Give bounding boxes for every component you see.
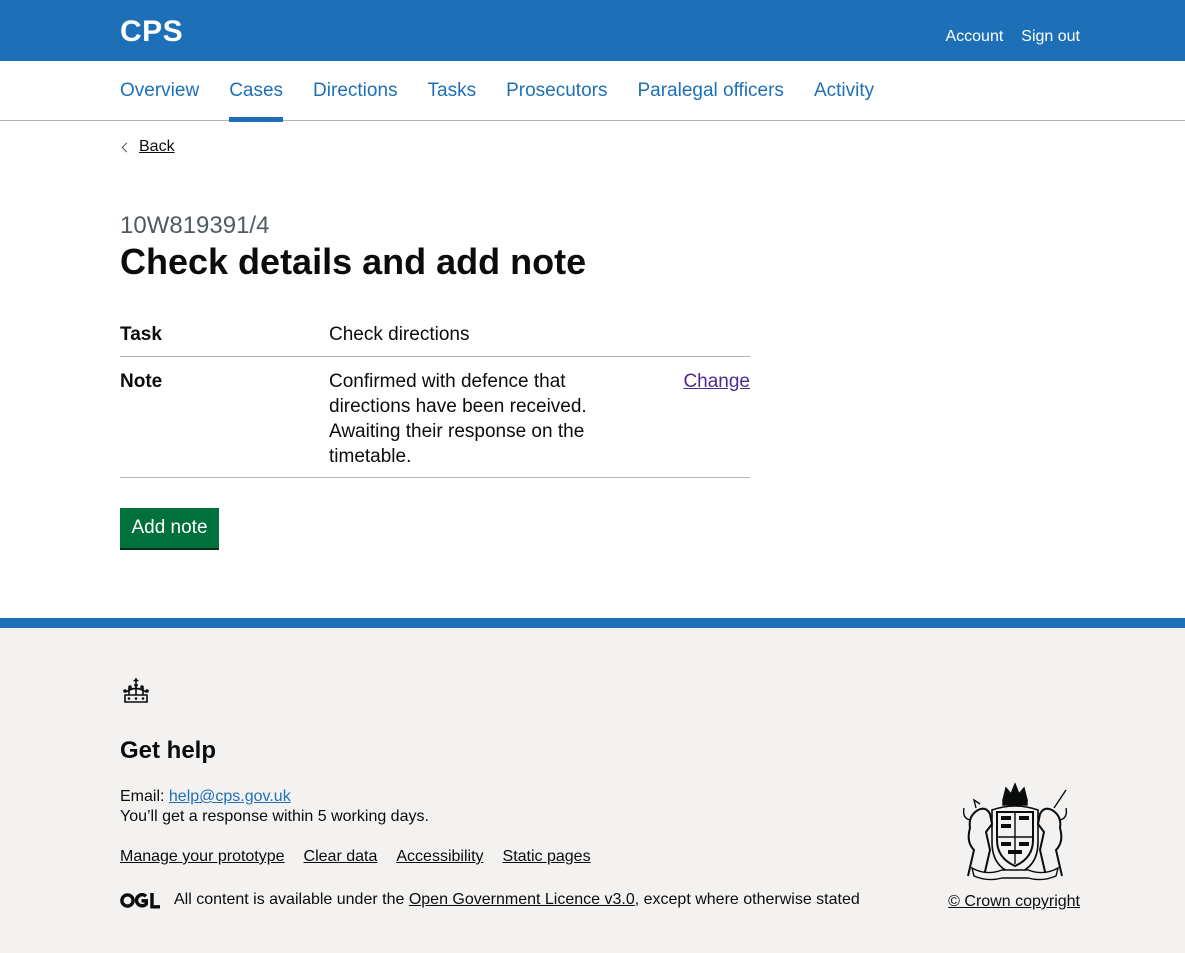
summary-row-task: Task Check directions xyxy=(120,310,750,357)
primary-navigation: Overview Cases Directions Tasks Prosecut… xyxy=(0,61,1185,122)
crown-copyright-link[interactable]: © Crown copyright xyxy=(948,893,1080,910)
accessibility-link[interactable]: Accessibility xyxy=(396,847,483,867)
footer-links: Manage your prototype Clear data Accessi… xyxy=(120,847,591,867)
account-link[interactable]: Account xyxy=(945,27,1003,47)
nav-item-paralegal-officers[interactable]: Paralegal officers xyxy=(637,61,783,121)
nav-item-activity[interactable]: Activity xyxy=(814,61,874,121)
licence-prefix: All content is available under the xyxy=(174,891,405,908)
nav-item-cases[interactable]: Cases xyxy=(229,61,283,122)
case-reference-caption: 10W819391/4 xyxy=(120,212,270,239)
summary-action-empty xyxy=(629,322,750,346)
nav-item-tasks[interactable]: Tasks xyxy=(428,61,477,121)
crown-copyright: © Crown copyright xyxy=(948,892,1080,912)
nav-item-directions[interactable]: Directions xyxy=(313,61,397,121)
royal-coat-of-arms xyxy=(962,782,1068,881)
nav-item-overview[interactable]: Overview xyxy=(120,61,199,121)
clear-data-link[interactable]: Clear data xyxy=(304,847,378,867)
header-links: Account Sign out xyxy=(945,27,1080,47)
crown-icon xyxy=(123,678,149,703)
service-name-link[interactable]: CPS xyxy=(120,14,183,50)
site-header: CPS Account Sign out xyxy=(0,0,1185,61)
email-label: Email: xyxy=(120,788,165,805)
help-email-link[interactable]: help@cps.gov.uk xyxy=(169,788,291,805)
change-note-link[interactable]: Change xyxy=(683,371,750,392)
page-title: Check details and add note xyxy=(120,241,587,282)
static-pages-link[interactable]: Static pages xyxy=(503,847,591,867)
help-response-text: You’ll get a response within 5 working d… xyxy=(120,808,429,825)
nav-item-prosecutors[interactable]: Prosecutors xyxy=(506,61,607,121)
summary-value-note: Confirmed with defence that directions h… xyxy=(329,371,587,467)
summary-value-task: Check directions xyxy=(329,324,470,345)
licence-row: All content is available under the Open … xyxy=(120,890,860,910)
summary-list: Task Check directions Note Confirmed wit… xyxy=(120,310,750,478)
back-link-label: Back xyxy=(139,138,175,155)
back-link[interactable]: Back xyxy=(120,137,175,157)
site-footer: Get help Email: help@cps.gov.uk You’ll g… xyxy=(0,618,1185,953)
summary-key-note: Note xyxy=(120,371,163,392)
summary-action-note: Change xyxy=(629,369,750,467)
add-note-button[interactable]: Add note xyxy=(120,508,219,548)
licence-suffix: , except where otherwise stated xyxy=(634,891,860,908)
ogl-logo xyxy=(120,892,160,908)
ogl-licence-link[interactable]: Open Government Licence v3.0 xyxy=(409,890,635,910)
summary-key-task: Task xyxy=(120,324,162,345)
manage-prototype-link[interactable]: Manage your prototype xyxy=(120,847,285,867)
get-help-heading: Get help xyxy=(120,737,217,764)
help-email-line: Email: help@cps.gov.uk xyxy=(120,787,291,807)
chevron-left-icon xyxy=(121,142,132,152)
summary-row-note: Note Confirmed with defence that directi… xyxy=(120,357,750,478)
sign-out-link[interactable]: Sign out xyxy=(1021,27,1080,47)
